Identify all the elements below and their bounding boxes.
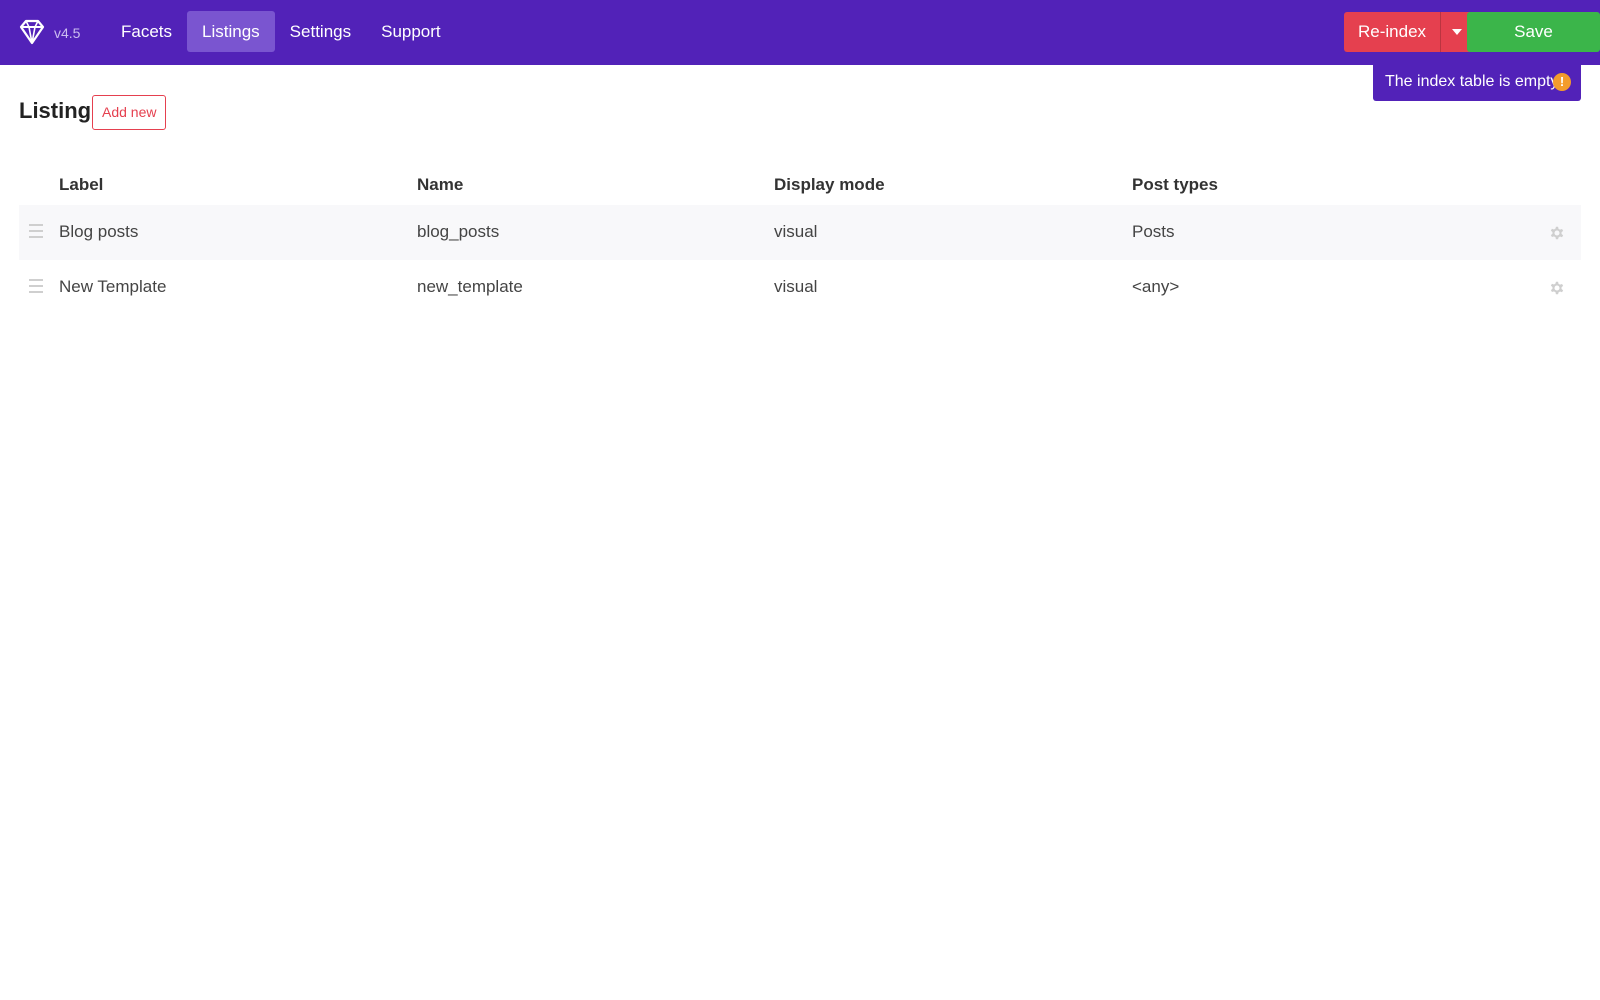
row-name: blog_posts [417, 222, 500, 241]
row-post-types: <any> [1132, 277, 1180, 296]
save-changes-button[interactable]: Save changes [1467, 12, 1600, 81]
index-empty-notice: The index table is empty ! [1373, 65, 1581, 101]
reindex-button[interactable]: Re-index [1344, 12, 1441, 52]
drag-handle-icon[interactable] [29, 224, 43, 242]
listings-table: Label Name Display mode Post types Blog … [19, 165, 1581, 315]
table-row[interactable]: New Template new_template visual <any> [19, 260, 1581, 315]
table-row[interactable]: Blog posts blog_posts visual Posts [19, 205, 1581, 260]
row-name: new_template [417, 277, 523, 296]
row-post-types: Posts [1132, 222, 1175, 241]
tab-facets[interactable]: Facets [106, 11, 187, 52]
main-nav: Facets Listings Settings Support [106, 11, 456, 52]
column-header-label: Label [59, 175, 104, 194]
version-label: v4.5 [54, 25, 81, 41]
gear-icon[interactable] [1548, 279, 1566, 297]
warning-icon: ! [1553, 73, 1571, 91]
table-header: Label Name Display mode Post types [19, 165, 1581, 205]
page-title: Listings [19, 98, 104, 123]
notice-text: The index table is empty [1385, 73, 1559, 90]
column-header-display-mode: Display mode [774, 175, 885, 194]
top-bar: v4.5 Facets Listings Settings Support Re… [0, 0, 1600, 81]
tab-support[interactable]: Support [366, 11, 456, 52]
column-header-post-types: Post types [1132, 175, 1218, 194]
row-display-mode: visual [774, 222, 818, 241]
row-label: Blog posts [59, 222, 139, 241]
tab-listings[interactable]: Listings [187, 11, 275, 52]
caret-down-icon [1451, 29, 1462, 35]
column-header-name: Name [417, 175, 464, 194]
gear-icon[interactable] [1548, 224, 1566, 242]
add-new-button[interactable]: Add new [92, 95, 167, 130]
row-label: New Template [59, 277, 167, 296]
diamond-logo-icon[interactable] [18, 18, 46, 46]
row-display-mode: visual [774, 277, 818, 296]
drag-handle-icon[interactable] [29, 279, 43, 297]
reindex-button-group: Re-index [1344, 12, 1473, 52]
tab-settings[interactable]: Settings [275, 11, 366, 52]
